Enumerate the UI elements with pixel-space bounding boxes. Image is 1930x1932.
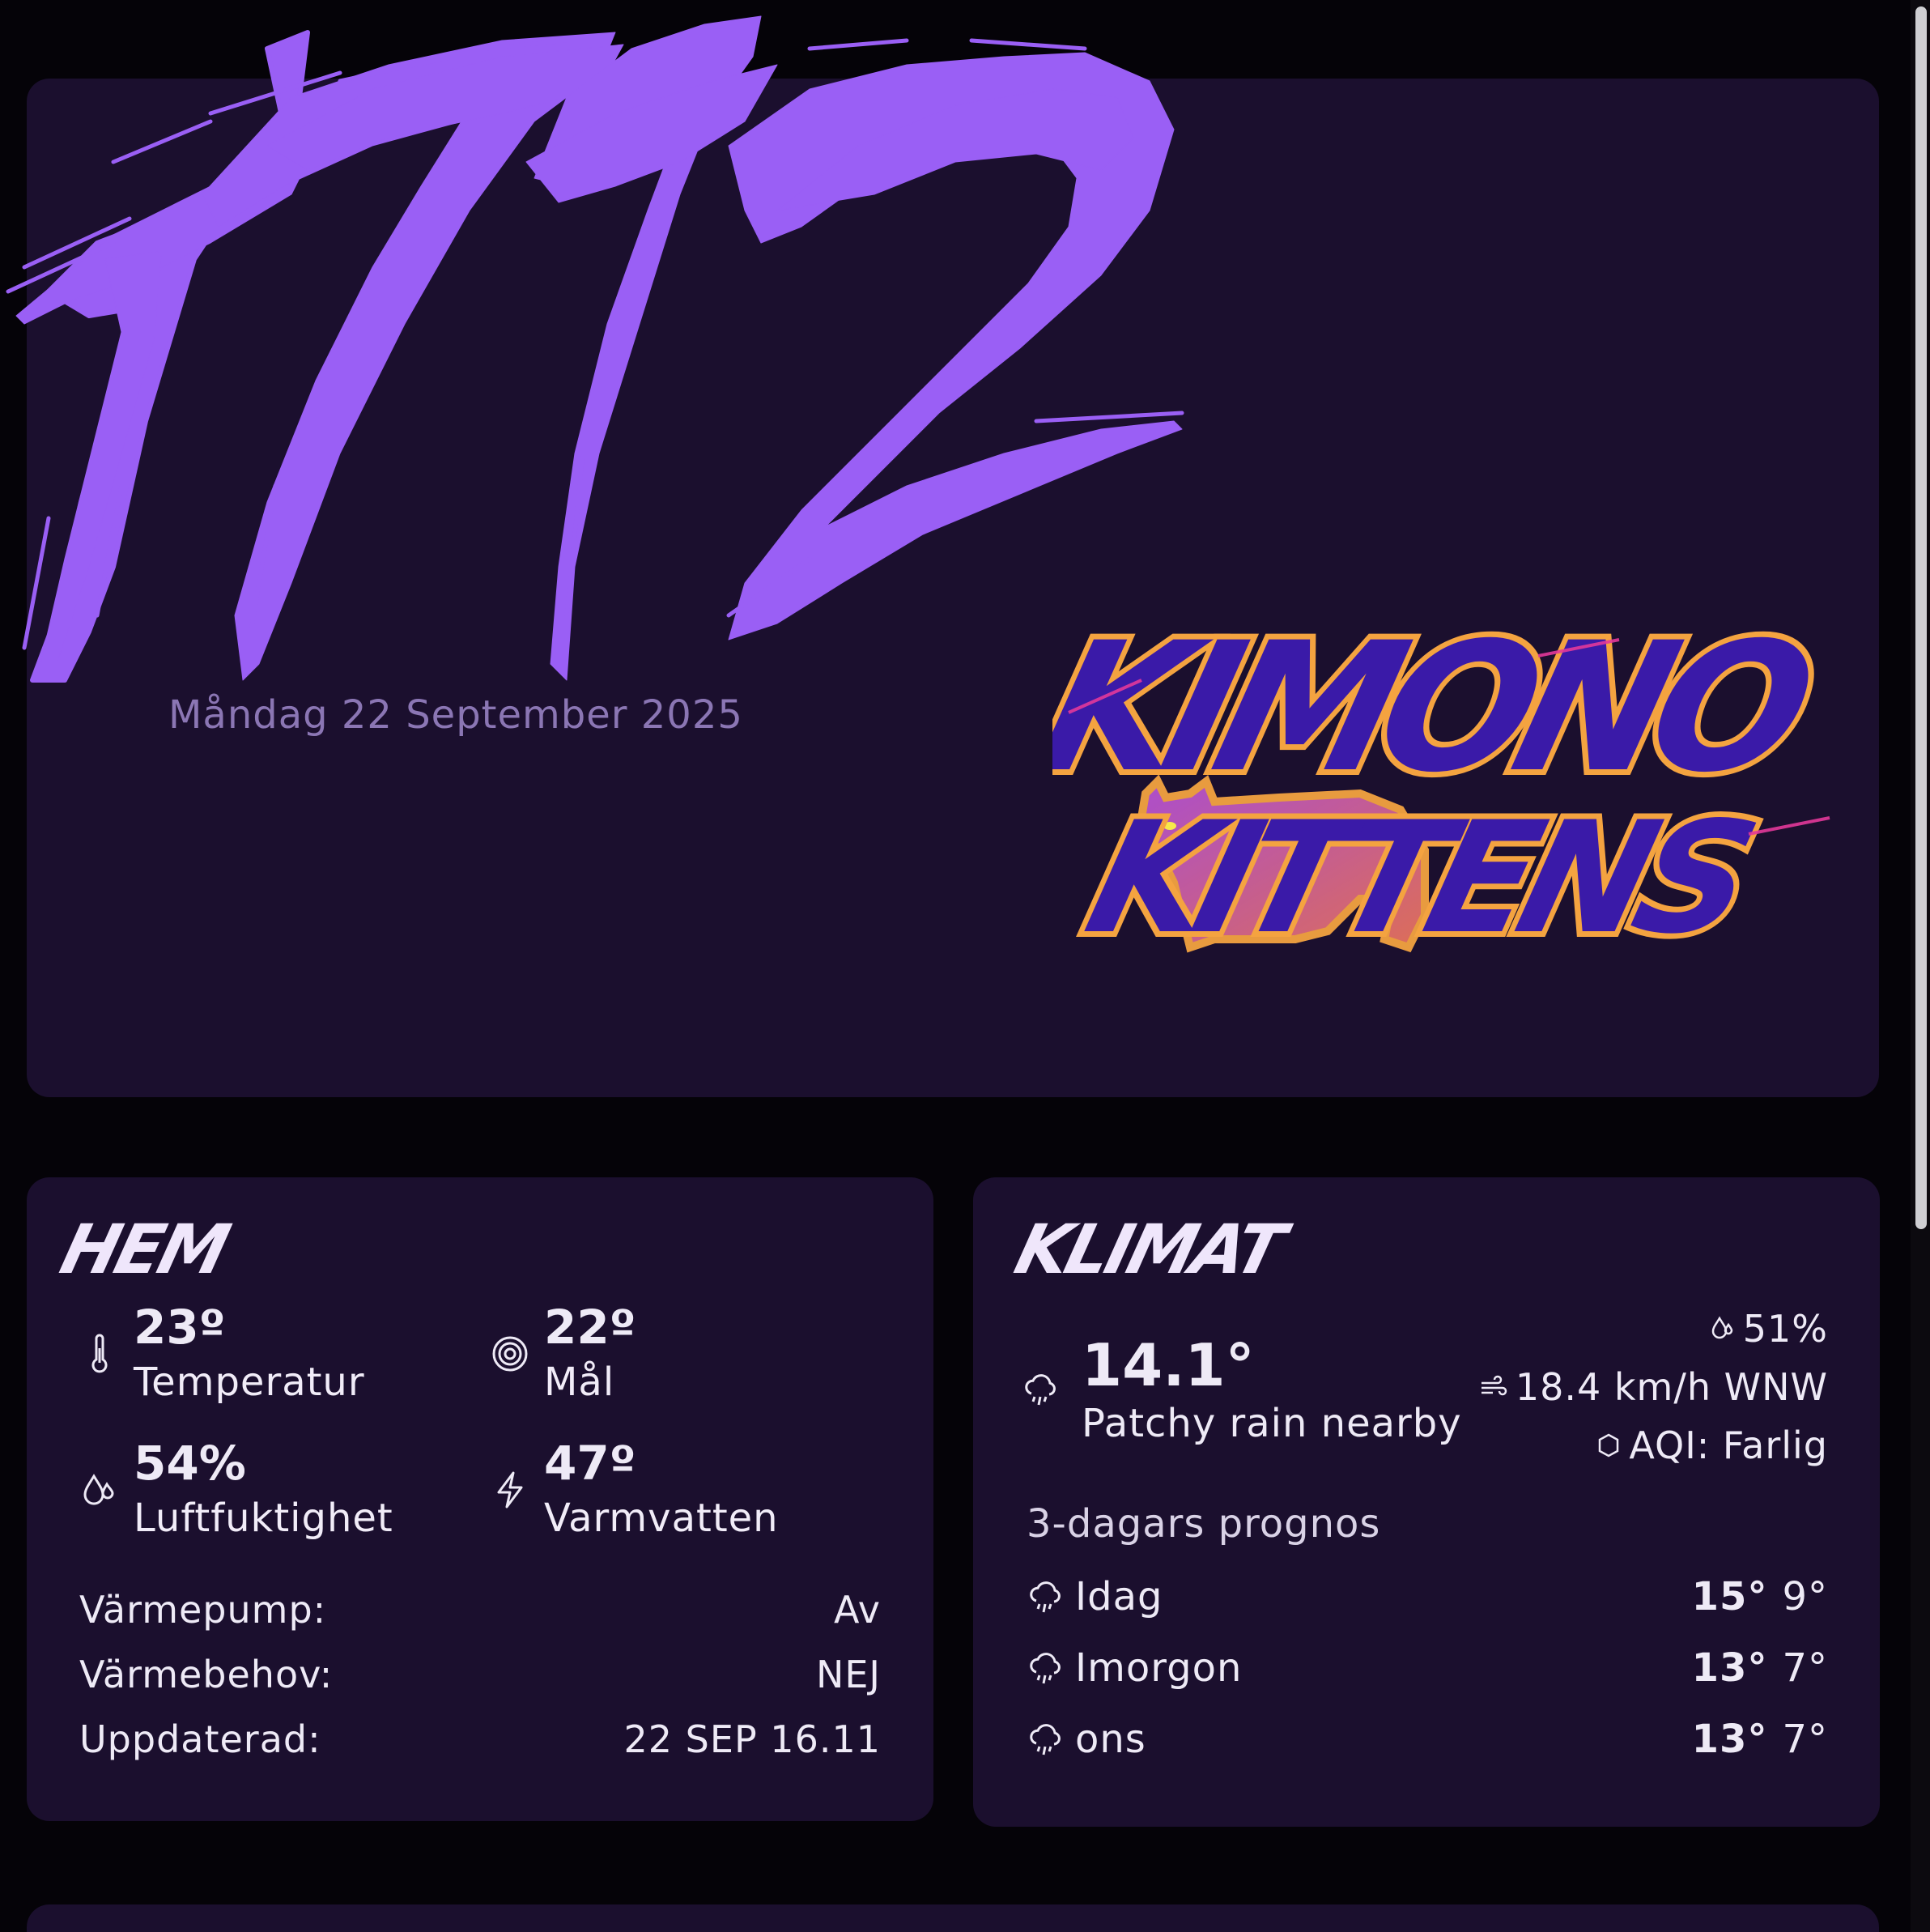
humidity-value: 51% xyxy=(1742,1307,1828,1351)
rain-cloud-icon xyxy=(1022,1371,1059,1408)
scrollbar[interactable] xyxy=(1911,0,1930,1932)
stat-value: 47º xyxy=(544,1436,636,1491)
row-uppdaterad: Uppdaterad: 22 SEP 16.11 xyxy=(79,1717,881,1761)
row-varmebehov: Värmebehov: NEJ xyxy=(79,1653,881,1696)
stat-mal: 22º Mål xyxy=(486,1299,636,1409)
hero-date: Måndag 22 September 2025 xyxy=(168,692,743,738)
wind-icon xyxy=(1481,1375,1507,1396)
hexagon-icon xyxy=(1599,1433,1619,1458)
hem-title: HEM xyxy=(53,1210,235,1289)
current-weather: 14.1° Patchy rain nearby xyxy=(1022,1331,1462,1448)
current-aqi: AQI: Farlig xyxy=(1596,1423,1828,1467)
stat-label: Mål xyxy=(544,1360,615,1405)
humidity-icon xyxy=(75,1466,124,1514)
rain-cloud-icon xyxy=(1030,1581,1061,1613)
bolt-icon xyxy=(486,1466,534,1514)
forecast-high: 13° xyxy=(1691,1717,1768,1762)
forecast-low: 7° xyxy=(1782,1717,1828,1762)
forecast-high: 15° xyxy=(1691,1574,1768,1619)
forecast-title: 3-dagars prognos xyxy=(1027,1501,1381,1547)
forecast-low: 9° xyxy=(1782,1574,1828,1619)
next-card xyxy=(27,1904,1879,1932)
current-humidity: 51% xyxy=(1711,1307,1828,1351)
logo-line-1: KIMONO xyxy=(1052,604,1828,811)
forecast-row: Imorgon 13° 7° xyxy=(1027,1645,1828,1691)
forecast-high: 13° xyxy=(1691,1645,1768,1691)
forecast-day: ons xyxy=(1075,1717,1146,1762)
row-key: Värmepump: xyxy=(79,1588,327,1632)
row-key: Uppdaterad: xyxy=(79,1717,321,1761)
stat-label: Temperatur xyxy=(134,1360,365,1405)
forecast-low: 7° xyxy=(1782,1645,1828,1691)
current-temp: 14.1° xyxy=(1082,1331,1255,1399)
stat-value: 54% xyxy=(134,1436,246,1491)
logo-line-2: KITTENS xyxy=(1072,789,1766,968)
stat-label: Luftfuktighet xyxy=(134,1496,393,1541)
wind-value: 18.4 km/h WNW xyxy=(1515,1365,1828,1409)
target-icon xyxy=(486,1330,534,1378)
row-value: NEJ xyxy=(815,1653,881,1696)
stat-luftfuktighet: 54% Luftfuktighet xyxy=(75,1435,393,1545)
stat-temperatur: 23º Temperatur xyxy=(75,1299,365,1409)
clock-display xyxy=(6,15,1184,683)
stat-varmvatten: 47º Varmvatten xyxy=(486,1435,779,1545)
current-wind: 18.4 km/h WNW xyxy=(1480,1365,1828,1409)
stat-value: 23º xyxy=(134,1300,226,1355)
hem-card: HEM 23º Temperatur 22º Mål 54% Luftfukti… xyxy=(27,1177,933,1821)
scrollbar-thumb[interactable] xyxy=(1915,6,1927,1229)
forecast-day: Idag xyxy=(1075,1574,1163,1619)
stat-label: Varmvatten xyxy=(544,1496,779,1541)
forecast-row: Idag 15° 9° xyxy=(1027,1574,1828,1619)
thermometer-icon xyxy=(75,1330,124,1378)
rain-cloud-icon xyxy=(1030,1724,1061,1755)
row-value: Av xyxy=(834,1588,881,1632)
forecast-day: Imorgon xyxy=(1075,1645,1243,1691)
current-condition: Patchy rain nearby xyxy=(1082,1401,1462,1446)
row-value: 22 SEP 16.11 xyxy=(623,1717,881,1761)
row-varmepump: Värmepump: Av xyxy=(79,1588,881,1632)
klimat-card: KLIMAT 14.1° Patchy rain nearby 51% 18.4… xyxy=(973,1177,1880,1827)
rain-cloud-icon xyxy=(1030,1653,1061,1684)
row-key: Värmebehov: xyxy=(79,1653,334,1696)
humidity-icon xyxy=(1711,1316,1733,1339)
stat-value: 22º xyxy=(544,1300,636,1355)
klimat-title: KLIMAT xyxy=(1007,1210,1290,1289)
aqi-value: AQI: Farlig xyxy=(1629,1423,1828,1467)
forecast-row: ons 13° 7° xyxy=(1027,1717,1828,1762)
kimono-kittens-logo: KIMONO KITTENS xyxy=(1052,598,1834,973)
